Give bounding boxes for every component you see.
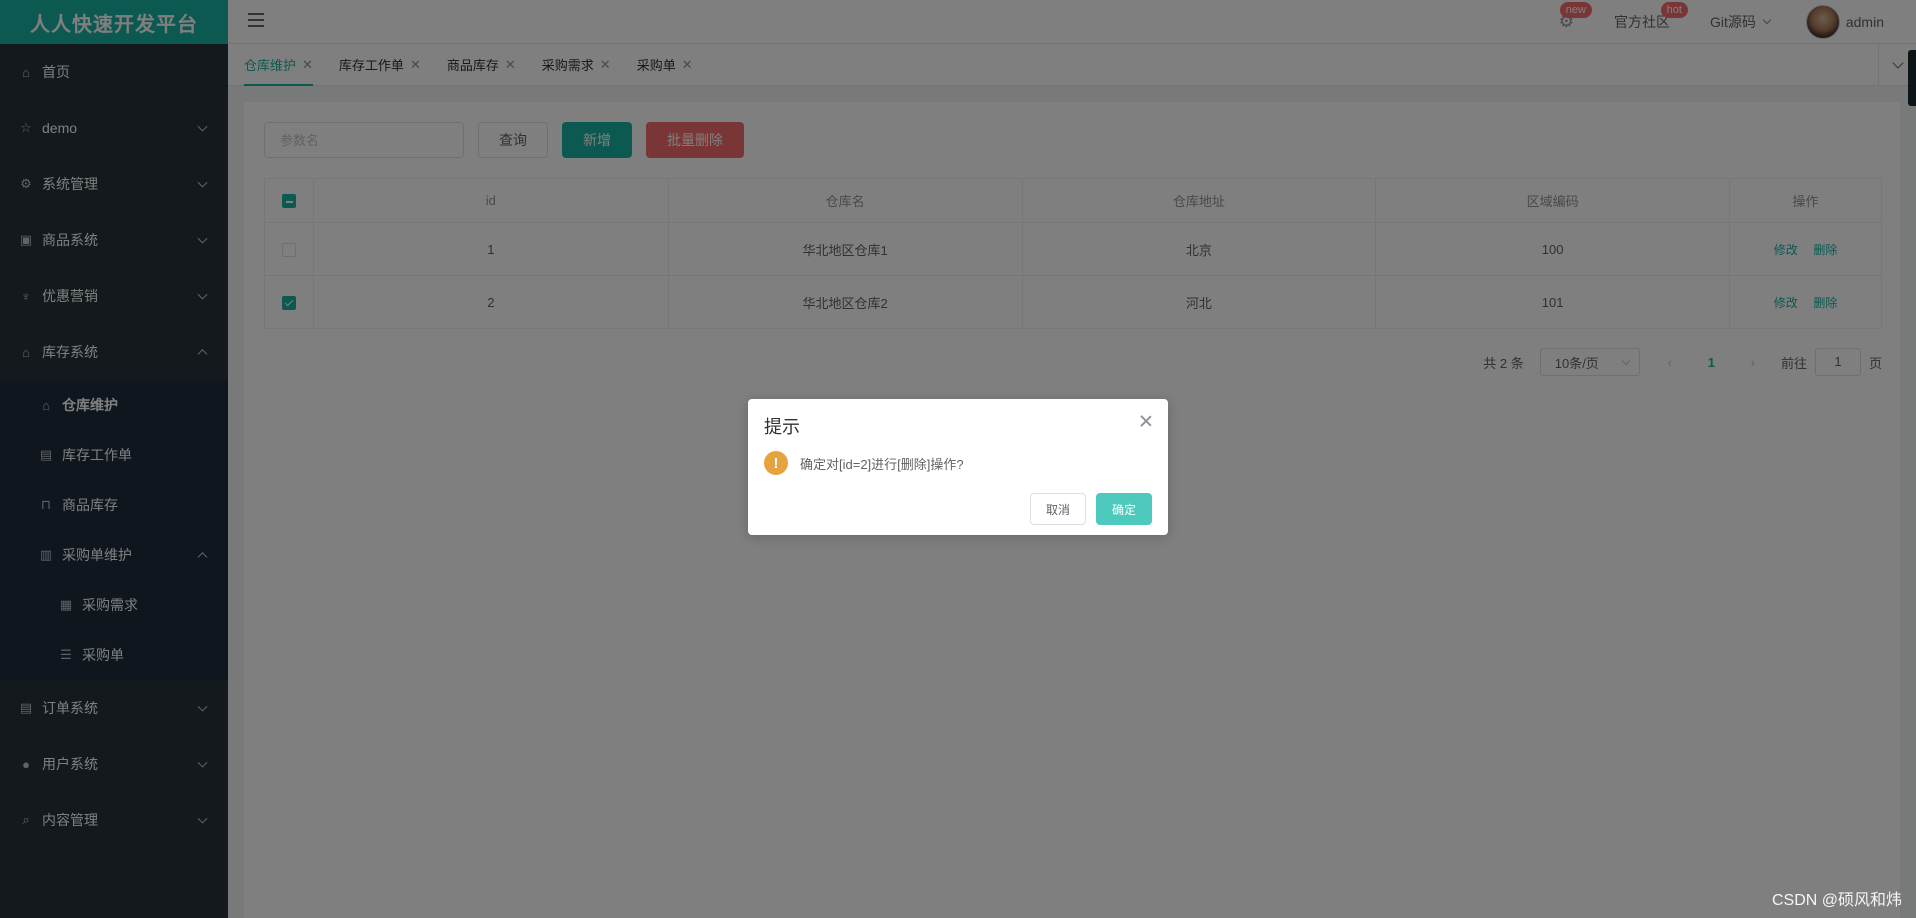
- dialog-title: 提示: [764, 417, 800, 437]
- watermark: CSDN @硕风和炜: [1771, 892, 1902, 909]
- warning-icon: !: [764, 451, 788, 475]
- dialog-message: 确定对[id=2]进行[删除]操作?: [800, 456, 964, 472]
- confirm-button[interactable]: 确定: [1095, 493, 1152, 525]
- close-icon[interactable]: [1140, 415, 1152, 427]
- dialog-buttons: 取消 确定: [1020, 493, 1152, 525]
- confirm-dialog: 提示 ! 确定对[id=2]进行[删除]操作? 取消 确定: [748, 399, 1168, 535]
- cancel-button[interactable]: 取消: [1029, 493, 1086, 525]
- dialog-body: ! 确定对[id=2]进行[删除]操作?: [764, 451, 964, 475]
